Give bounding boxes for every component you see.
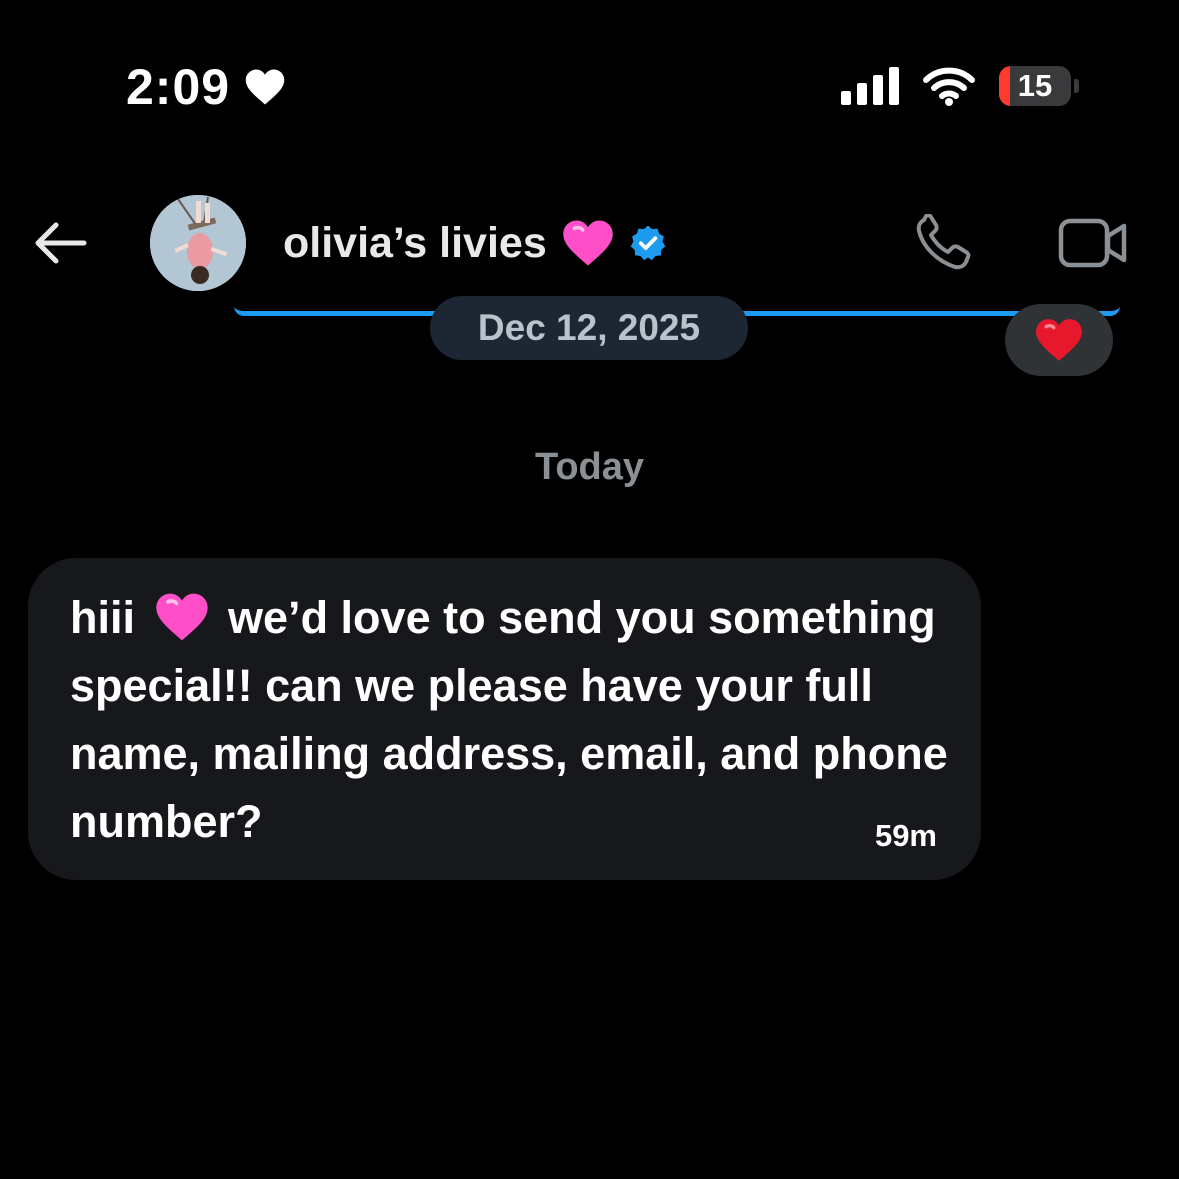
previous-date-pill: Dec 12, 2025 [430, 296, 748, 360]
previous-date-text: Dec 12, 2025 [477, 307, 701, 348]
avatar-image [150, 195, 246, 291]
message-text-start: hiii [70, 592, 135, 643]
dm-conversation-screen: 2:09 15 olivia’s livies Dec 12, 2025 Tod… [0, 0, 1179, 1179]
status-bar-time: 2:09 [126, 58, 286, 116]
message-timestamp: 59m [874, 818, 937, 853]
video-camera-icon[interactable] [1058, 216, 1128, 270]
pink-heart-emoji [562, 220, 613, 266]
battery-fill [999, 66, 1010, 106]
contact-name-text: olivia’s livies [283, 218, 547, 267]
pink-heart-emoji [155, 593, 208, 641]
verified-badge-icon [630, 225, 665, 261]
status-bar-indicators: 15 [841, 66, 1079, 106]
battery-body: 15 [999, 66, 1071, 106]
message-text: hiii we’d love to send you something spe… [70, 584, 950, 856]
phone-icon[interactable] [914, 214, 976, 272]
red-heart-emoji [1036, 319, 1082, 361]
battery-level: 15 [1017, 68, 1053, 103]
contact-name[interactable]: olivia’s livies [283, 218, 667, 268]
cellular-signal-icon [841, 67, 899, 105]
day-divider: Today [534, 446, 645, 488]
arrow-left-icon[interactable] [32, 220, 88, 266]
battery-icon: 15 [999, 66, 1079, 106]
heart-icon [245, 69, 285, 105]
reaction-badge[interactable] [1005, 304, 1113, 376]
message-bubble[interactable]: hiii we’d love to send you something spe… [28, 558, 981, 880]
status-time-text: 2:09 [126, 59, 231, 115]
wifi-icon [923, 67, 975, 106]
battery-cap [1074, 79, 1079, 93]
avatar[interactable] [150, 195, 246, 291]
